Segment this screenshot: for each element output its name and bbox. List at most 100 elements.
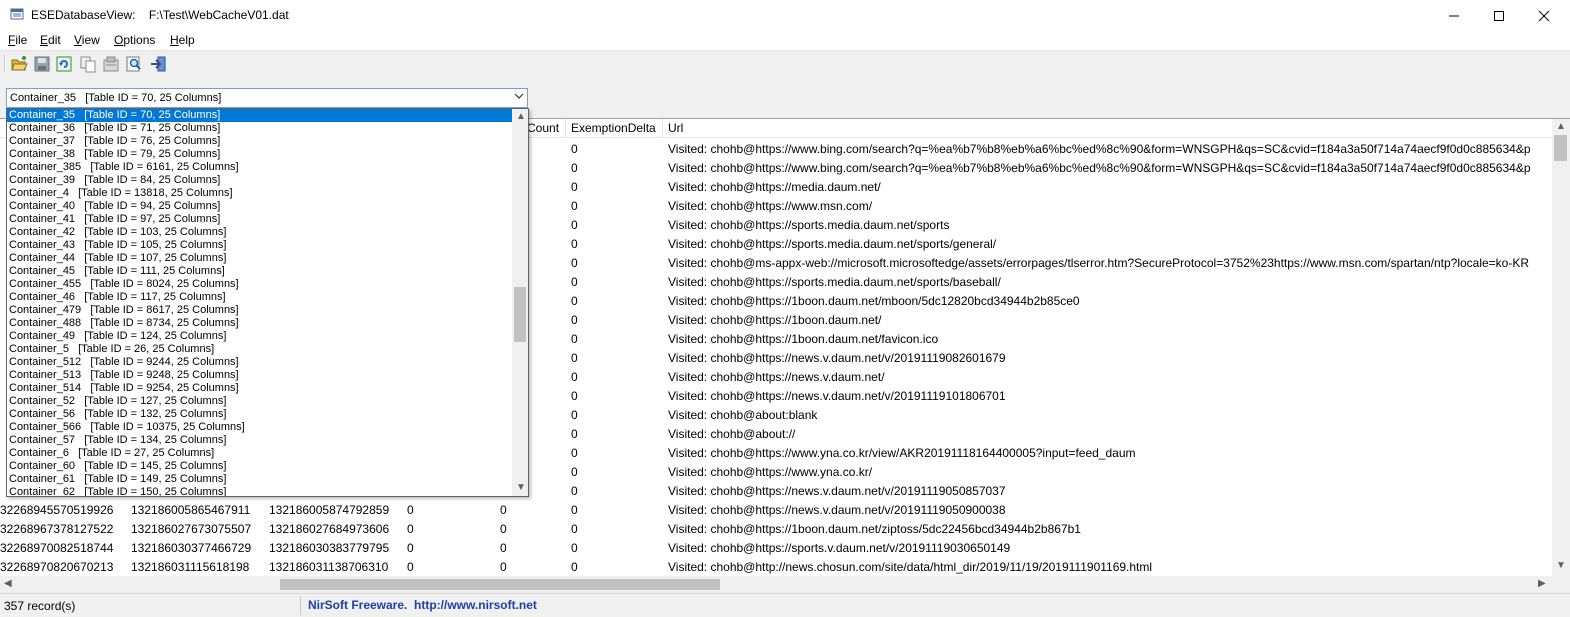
dropdown-item[interactable]: Container_60 [Table ID = 145, 25 Columns… — [7, 460, 512, 473]
dropdown-item[interactable]: Container_41 [Table ID = 97, 25 Columns] — [7, 213, 512, 226]
dropdown-item[interactable]: Container_488 [Table ID = 8734, 25 Colum… — [7, 317, 512, 330]
table-row[interactable]: 32268970820670213 132186031115618198 13218… — [0, 558, 1552, 576]
dropdown-item[interactable]: Container_385 [Table ID = 6161, 25 Colum… — [7, 161, 512, 174]
dropdown-scroll-down-icon[interactable]: ▼ — [516, 482, 526, 493]
dropdown-scroll-up-icon[interactable]: ▲ — [516, 111, 526, 122]
dropdown-item[interactable]: Container_57 [Table ID = 134, 25 Columns… — [7, 434, 512, 447]
record-count: 357 record(s) — [4, 599, 76, 613]
open-icon[interactable] — [10, 55, 28, 73]
table-select[interactable]: Container_35 [Table ID = 70, 25 Columns] — [6, 88, 528, 108]
find-icon[interactable] — [125, 55, 143, 73]
cell-url: Visited: chohb@https://www.msn.com/ — [668, 199, 873, 213]
horizontal-scroll-thumb[interactable] — [280, 579, 720, 590]
dropdown-item[interactable]: Container_514 [Table ID = 9254, 25 Colum… — [7, 382, 512, 395]
horizontal-scrollbar[interactable]: ◀ ▶ — [0, 576, 1552, 593]
cell-exemption-delta: 0 — [571, 503, 578, 517]
scroll-down-icon[interactable]: ▼ — [1556, 560, 1566, 571]
cell-url: Visited: chohb@about:blank — [668, 408, 818, 422]
menu-view[interactable]: View — [74, 33, 100, 47]
cell-url: Visited: chohb@https://sports.media.daum… — [668, 275, 1001, 289]
cell-time-2: 132186005874792859 — [269, 503, 390, 517]
table-row[interactable]: 32268967378127522 132186027673075507 13218… — [0, 520, 1552, 539]
dropdown-item[interactable]: Container_42 [Table ID = 103, 25 Columns… — [7, 226, 512, 239]
dropdown-scrollbar[interactable]: ▲ ▼ — [512, 109, 528, 496]
cell-exemption-delta: 0 — [571, 484, 578, 498]
menu-edit[interactable]: Edit — [40, 33, 61, 47]
toolbar-separator — [4, 55, 6, 73]
dropdown-item[interactable]: Container_46 [Table ID = 117, 25 Columns… — [7, 291, 512, 304]
save-icon[interactable] — [33, 55, 51, 73]
cell-id: 32268967378127522 — [0, 522, 114, 536]
dropdown-item[interactable]: Container_52 [Table ID = 127, 25 Columns… — [7, 395, 512, 408]
cell-value-2: 0 — [500, 541, 507, 555]
exit-icon[interactable] — [149, 55, 167, 73]
dropdown-item[interactable]: Container_61 [Table ID = 149, 25 Columns… — [7, 473, 512, 486]
table-row[interactable]: 32268945570519926 132186005865467911 13218… — [0, 501, 1552, 520]
vertical-scroll-thumb[interactable] — [1554, 135, 1567, 161]
dropdown-item[interactable]: Container_40 [Table ID = 94, 25 Columns] — [7, 200, 512, 213]
menu-options-mnemonic: O — [114, 33, 124, 47]
scroll-right-icon[interactable]: ▶ — [1538, 578, 1546, 589]
dropdown-item[interactable]: Container_5 [Table ID = 26, 25 Columns] — [7, 343, 512, 356]
cell-exemption-delta: 0 — [571, 142, 578, 156]
app-icon — [10, 8, 26, 22]
dropdown-item[interactable]: Container_6 [Table ID = 27, 25 Columns] — [7, 447, 512, 460]
chevron-down-icon[interactable] — [514, 91, 524, 104]
minimize-icon — [1449, 15, 1459, 16]
dropdown-item[interactable]: Container_38 [Table ID = 79, 25 Columns] — [7, 148, 512, 161]
dropdown-item[interactable]: Container_39 [Table ID = 84, 25 Columns] — [7, 174, 512, 187]
cell-exemption-delta: 0 — [571, 218, 578, 232]
dropdown-item[interactable]: Container_37 [Table ID = 76, 25 Columns] — [7, 135, 512, 148]
dropdown-item[interactable]: Container_62 [Table ID = 150, 25 Columns… — [7, 486, 512, 496]
scroll-up-icon[interactable]: ▲ — [1556, 121, 1566, 132]
cell-exemption-delta: 0 — [571, 332, 578, 346]
dropdown-item[interactable]: Container_49 [Table ID = 124, 25 Columns… — [7, 330, 512, 343]
dropdown-item[interactable]: Container_56 [Table ID = 132, 25 Columns… — [7, 408, 512, 421]
cell-exemption-delta: 0 — [571, 313, 578, 327]
dropdown-item[interactable]: Container_479 [Table ID = 8617, 25 Colum… — [7, 304, 512, 317]
cell-value-1: 0 — [407, 522, 414, 536]
header-divider[interactable] — [565, 119, 566, 138]
maximize-button[interactable] — [1476, 0, 1522, 31]
cell-exemption-delta: 0 — [571, 446, 578, 460]
header-count[interactable]: Count — [527, 121, 559, 135]
cell-url: Visited: chohb@https://news.v.daum.net/v… — [668, 484, 1006, 498]
header-exemption-delta[interactable]: ExemptionDelta — [571, 121, 656, 135]
dropdown-item[interactable]: Container_566 [Table ID = 10375, 25 Colu… — [7, 421, 512, 434]
maximize-icon — [1494, 10, 1504, 21]
minimize-button[interactable] — [1431, 0, 1477, 31]
dropdown-item[interactable]: Container_4 [Table ID = 13818, 25 Column… — [7, 187, 512, 200]
table-dropdown-list[interactable]: Container_35 [Table ID = 70, 25 Columns]… — [6, 108, 529, 497]
dropdown-item[interactable]: Container_455 [Table ID = 8024, 25 Colum… — [7, 278, 512, 291]
cell-exemption-delta: 0 — [571, 161, 578, 175]
cell-exemption-delta: 0 — [571, 465, 578, 479]
menu-file[interactable]: File — [8, 33, 27, 47]
close-button[interactable] — [1521, 0, 1567, 31]
dropdown-item[interactable]: Container_513 [Table ID = 9248, 25 Colum… — [7, 369, 512, 382]
table-row[interactable]: 32268970082518744 132186030377466729 13218… — [0, 539, 1552, 558]
dropdown-item[interactable]: Container_43 [Table ID = 105, 25 Columns… — [7, 239, 512, 252]
dropdown-item[interactable]: Container_35 [Table ID = 70, 25 Columns] — [7, 109, 512, 122]
refresh-icon[interactable] — [55, 55, 73, 73]
dropdown-item[interactable]: Container_45 [Table ID = 111, 25 Columns… — [7, 265, 512, 278]
cell-url: Visited: chohb@https://1boon.daum.net/mb… — [668, 294, 1080, 308]
scroll-left-icon[interactable]: ◀ — [4, 578, 12, 589]
menu-help[interactable]: Help — [170, 33, 195, 47]
cell-exemption-delta: 0 — [571, 408, 578, 422]
cell-exemption-delta: 0 — [571, 522, 578, 536]
header-divider[interactable] — [662, 119, 663, 138]
dropdown-item[interactable]: Container_512 [Table ID = 9244, 25 Colum… — [7, 356, 512, 369]
copy-icon[interactable] — [79, 55, 97, 73]
dropdown-item[interactable]: Container_36 [Table ID = 71, 25 Columns] — [7, 122, 512, 135]
menu-options[interactable]: Options — [114, 33, 155, 47]
header-url[interactable]: Url — [668, 121, 683, 135]
dropdown-item[interactable]: Container_44 [Table ID = 107, 25 Columns… — [7, 252, 512, 265]
vertical-scrollbar[interactable]: ▲ — [1552, 119, 1570, 576]
dropdown-scroll-thumb[interactable] — [514, 287, 526, 342]
cell-time-1: 132186031115618198 — [131, 560, 250, 574]
properties-icon[interactable] — [102, 55, 120, 73]
nirsoft-link[interactable]: NirSoft Freeware. http://www.nirsoft.net — [308, 598, 537, 612]
cell-url: Visited: chohb@https://1boon.daum.net/fa… — [668, 332, 939, 346]
cell-value-2: 0 — [500, 560, 507, 574]
cell-exemption-delta: 0 — [571, 560, 578, 574]
